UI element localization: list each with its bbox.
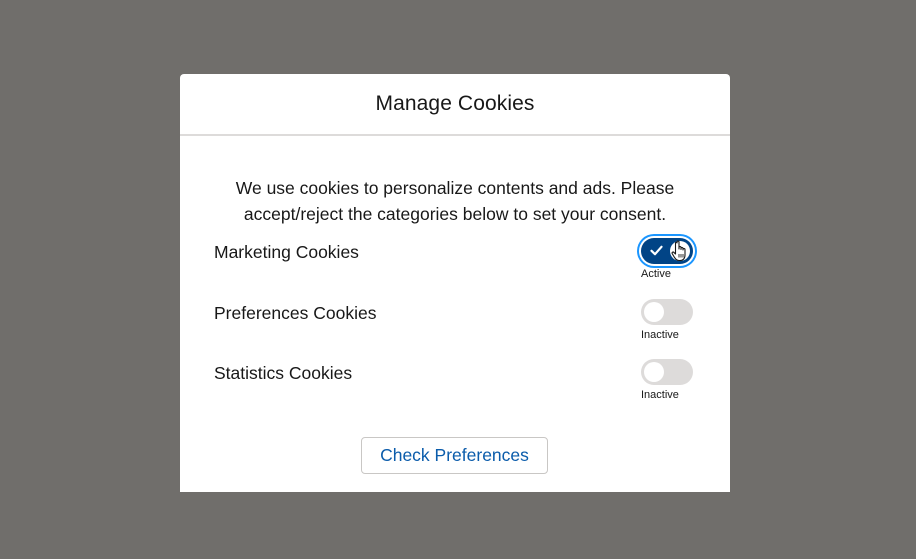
- check-icon: [650, 245, 663, 256]
- cookie-row-statistics: Statistics Cookies Inactive: [214, 359, 694, 405]
- modal-header: Manage Cookies: [180, 74, 730, 136]
- check-preferences-button[interactable]: Check Preferences: [361, 437, 548, 474]
- toggle-state-statistics: Inactive: [641, 389, 679, 401]
- statistics-cookies-toggle[interactable]: [641, 359, 693, 385]
- toggle-knob: [644, 362, 664, 382]
- cookie-label-marketing: Marketing Cookies: [214, 242, 359, 262]
- intro-line-2: accept/reject the categories below to se…: [243, 204, 667, 224]
- toggle-state-marketing: Active: [641, 268, 671, 280]
- intro-text: We use cookies to personalize contents a…: [210, 175, 700, 227]
- marketing-cookies-toggle[interactable]: [641, 238, 693, 264]
- cookie-label-statistics: Statistics Cookies: [214, 363, 353, 383]
- toggle-group-statistics: Inactive: [641, 359, 701, 401]
- intro-line-1: We use cookies to personalize contents a…: [235, 178, 675, 198]
- modal-title: Manage Cookies: [375, 92, 535, 115]
- hand-pointer-icon: [671, 240, 686, 262]
- toggle-group-marketing: Active: [641, 238, 701, 280]
- toggle-group-preferences: Inactive: [641, 299, 701, 341]
- manage-cookies-modal: Manage Cookies We use cookies to persona…: [180, 74, 730, 492]
- cookie-row-preferences: Preferences Cookies Inactive: [214, 299, 694, 345]
- preferences-cookies-toggle[interactable]: [641, 299, 693, 325]
- toggle-state-preferences: Inactive: [641, 329, 679, 341]
- toggle-knob: [644, 302, 664, 322]
- cookie-row-marketing: Marketing Cookies Active: [214, 238, 694, 284]
- cookie-label-preferences: Preferences Cookies: [214, 303, 377, 323]
